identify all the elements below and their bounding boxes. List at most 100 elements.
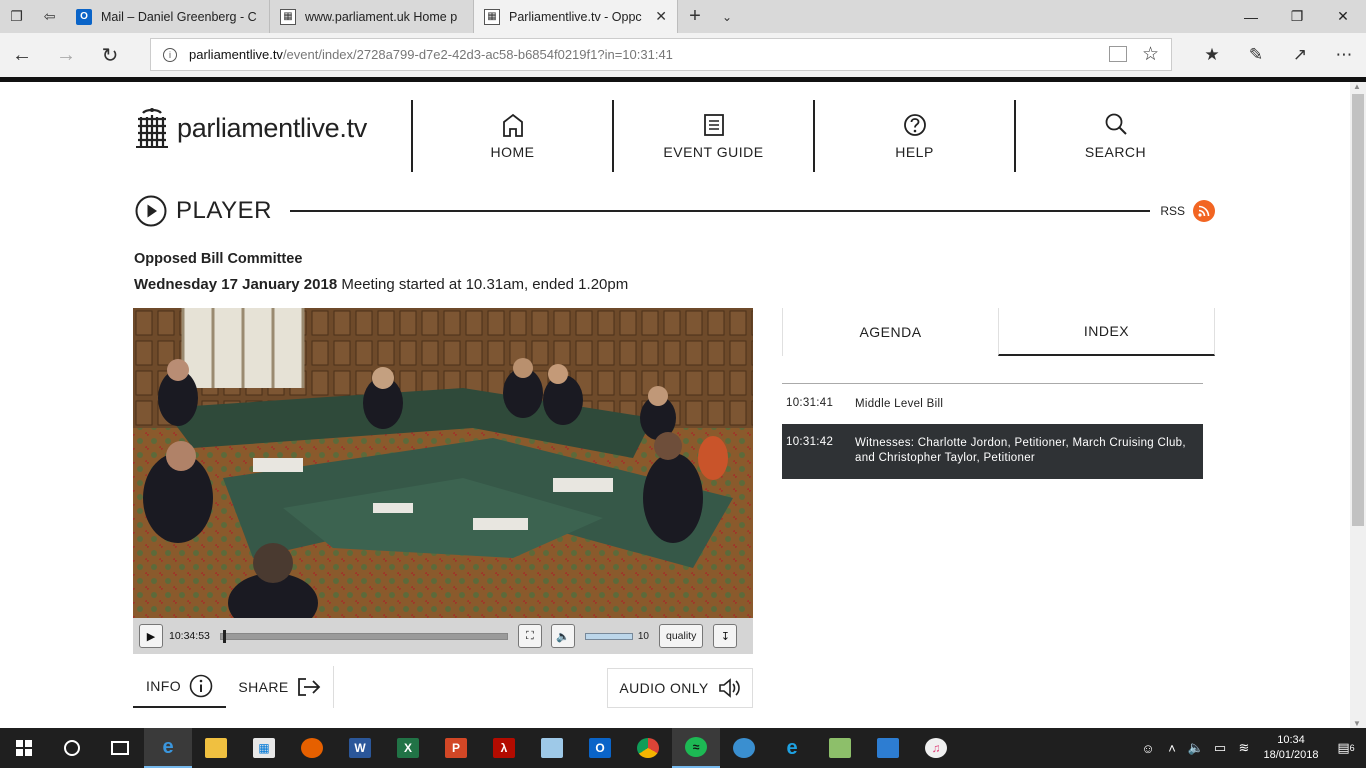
taskbar-globe[interactable] bbox=[720, 728, 768, 768]
site-info-icon[interactable]: i bbox=[163, 47, 177, 62]
itunes-icon: ♫ bbox=[925, 738, 947, 758]
nav-home[interactable]: HOME bbox=[411, 100, 612, 172]
address-toolbar: ← → ↻ i parliamentlive.tv/event/index/27… bbox=[0, 33, 1366, 77]
volume-slider[interactable] bbox=[584, 632, 633, 640]
scroll-up-icon[interactable]: ▲ bbox=[1353, 82, 1361, 91]
battery-icon[interactable]: ▭ bbox=[1208, 740, 1232, 756]
taskbar-edge[interactable]: e bbox=[144, 728, 192, 768]
play-circle-icon bbox=[135, 195, 167, 227]
volume-tray-icon[interactable]: 🔈 bbox=[1184, 740, 1208, 756]
tab-agenda[interactable]: AGENDA bbox=[782, 308, 998, 356]
help-icon bbox=[903, 114, 926, 136]
index-item[interactable]: 10:31:41 Middle Level Bill bbox=[782, 384, 1203, 424]
pen-icon[interactable]: ✎ bbox=[1234, 33, 1278, 77]
close-window-button[interactable]: ✕ bbox=[1320, 0, 1366, 33]
notification-icon: ▤ bbox=[1337, 740, 1350, 755]
nav-search[interactable]: SEARCH bbox=[1014, 100, 1215, 172]
start-button[interactable] bbox=[0, 728, 48, 768]
play-button[interactable]: ▶ bbox=[139, 624, 163, 648]
cortana-button[interactable] bbox=[48, 728, 96, 768]
list-icon bbox=[703, 114, 724, 136]
info-button[interactable]: INFO bbox=[133, 666, 226, 708]
reading-view-icon[interactable] bbox=[1109, 46, 1127, 62]
taskbar-word[interactable]: W bbox=[336, 728, 384, 768]
index-item-selected[interactable]: 10:31:42 Witnesses: Charlotte Jordon, Pe… bbox=[782, 424, 1203, 479]
outlook-icon: O bbox=[76, 8, 92, 25]
forward-button[interactable]: → bbox=[44, 33, 88, 77]
excel-icon: X bbox=[397, 738, 419, 758]
volume-button[interactable]: 🔈 bbox=[550, 624, 575, 648]
download-button[interactable]: ↧ bbox=[713, 624, 738, 648]
spotify-icon: ≈ bbox=[685, 737, 707, 757]
taskbar-calculator[interactable] bbox=[816, 728, 864, 768]
page-scrollbar[interactable]: ▲ ▼ bbox=[1350, 82, 1366, 728]
video-player[interactable] bbox=[133, 308, 753, 618]
nav-help[interactable]: HELP bbox=[813, 100, 1014, 172]
wifi-icon[interactable]: ≋ bbox=[1232, 740, 1256, 756]
quality-button[interactable]: quality bbox=[659, 624, 704, 648]
browser-tab-parliamentlive[interactable]: ▦ Parliamentlive.tv - Oppc ✕ bbox=[474, 0, 678, 33]
minimize-button[interactable]: — bbox=[1228, 0, 1274, 33]
volume-value: 10 bbox=[637, 630, 649, 642]
favorite-star-icon[interactable]: ☆ bbox=[1142, 43, 1159, 66]
set-aside-tabs-icon[interactable]: ⇦ bbox=[33, 0, 66, 33]
seek-bar[interactable] bbox=[219, 629, 508, 643]
powerpoint-icon: P bbox=[445, 738, 467, 758]
scroll-down-icon[interactable]: ▼ bbox=[1353, 719, 1361, 728]
web-page: parliamentlive.tv HOME EVENT GUIDE HELP … bbox=[0, 82, 1350, 728]
browser-tab-mail[interactable]: O Mail – Daniel Greenberg - C bbox=[66, 0, 270, 33]
taskbar-spotify[interactable]: ≈ bbox=[672, 728, 720, 768]
taskbar-powerpoint[interactable]: P bbox=[432, 728, 480, 768]
tab-index[interactable]: INDEX bbox=[998, 308, 1215, 356]
taskbar-excel[interactable]: X bbox=[384, 728, 432, 768]
close-tab-icon[interactable]: ✕ bbox=[655, 8, 667, 25]
address-bar[interactable]: i parliamentlive.tv/event/index/2728a799… bbox=[150, 38, 1172, 71]
browser-tab-parliament[interactable]: ▦ www.parliament.uk Home p bbox=[270, 0, 474, 33]
seek-handle[interactable] bbox=[222, 629, 226, 643]
restore-button[interactable]: ❐ bbox=[1274, 0, 1320, 33]
taskbar-ie[interactable]: e bbox=[768, 728, 816, 768]
share-icon[interactable]: ↗ bbox=[1278, 33, 1322, 77]
scrollbar-thumb[interactable] bbox=[1352, 94, 1364, 526]
nav-event-guide[interactable]: EVENT GUIDE bbox=[612, 100, 813, 172]
back-button[interactable]: ← bbox=[0, 33, 44, 77]
taskbar-outlook[interactable]: O bbox=[576, 728, 624, 768]
system-clock[interactable]: 10:34 18/01/2018 bbox=[1256, 733, 1326, 763]
chevron-down-icon[interactable]: ⌄ bbox=[712, 0, 742, 33]
share-button[interactable]: SHARE bbox=[226, 666, 334, 708]
taskbar-notes[interactable] bbox=[528, 728, 576, 768]
rss-icon[interactable] bbox=[1193, 200, 1215, 222]
speaker-icon bbox=[718, 678, 740, 698]
refresh-button[interactable]: ↻ bbox=[88, 33, 132, 77]
taskbar-file-explorer[interactable] bbox=[192, 728, 240, 768]
tab-view-icon[interactable]: ❐ bbox=[0, 0, 33, 33]
outlook-icon: O bbox=[589, 738, 611, 758]
info-icon bbox=[189, 674, 213, 698]
favorites-hub-icon[interactable]: ★ bbox=[1190, 33, 1234, 77]
more-menu-icon[interactable]: ⋯ bbox=[1322, 33, 1366, 77]
search-icon bbox=[1105, 113, 1127, 135]
taskbar-acrobat[interactable]: λ bbox=[480, 728, 528, 768]
rss-label[interactable]: RSS bbox=[1160, 204, 1185, 218]
action-center-button[interactable]: ▤ 6 bbox=[1326, 740, 1366, 756]
player-title: PLAYER bbox=[176, 197, 272, 224]
taskbar-contacts[interactable] bbox=[864, 728, 912, 768]
site-logo[interactable]: parliamentlive.tv bbox=[134, 107, 367, 149]
task-view-button[interactable] bbox=[96, 728, 144, 768]
taskbar-firefox[interactable] bbox=[288, 728, 336, 768]
notes-icon bbox=[541, 738, 563, 758]
taskbar-store[interactable]: ▦ bbox=[240, 728, 288, 768]
portcullis-icon: ▦ bbox=[280, 8, 296, 25]
chevron-up-icon[interactable]: ˄ bbox=[1160, 741, 1184, 756]
portcullis-icon bbox=[136, 108, 168, 148]
people-icon[interactable]: ☺ bbox=[1136, 741, 1160, 756]
taskbar-chrome[interactable] bbox=[624, 728, 672, 768]
new-tab-button[interactable]: + bbox=[678, 0, 712, 33]
fullscreen-button[interactable]: ⛶ bbox=[517, 624, 542, 648]
browser-tab-bar: ❐ ⇦ O Mail – Daniel Greenberg - C ▦ www.… bbox=[0, 0, 1366, 33]
chrome-icon bbox=[637, 738, 659, 758]
audio-only-button[interactable]: AUDIO ONLY bbox=[607, 668, 753, 708]
taskbar-itunes[interactable]: ♫ bbox=[912, 728, 960, 768]
home-icon bbox=[502, 113, 523, 137]
windows-icon bbox=[16, 740, 32, 756]
